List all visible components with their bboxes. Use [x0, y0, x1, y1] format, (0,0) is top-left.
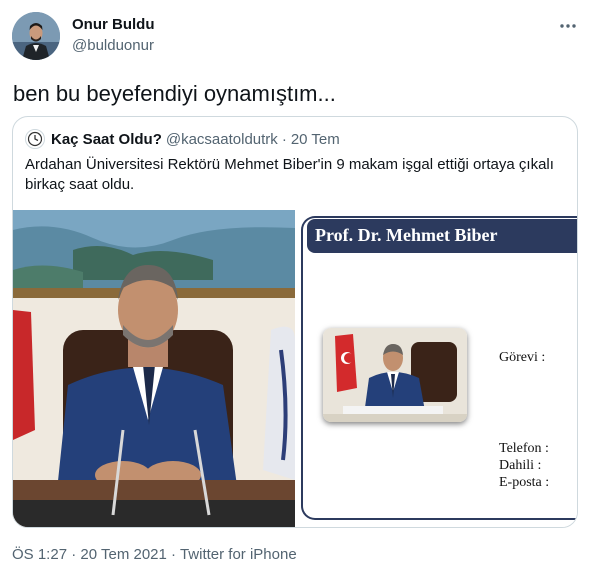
rector-photo[interactable] — [13, 210, 295, 527]
card-label-telefon: Telefon : — [499, 441, 549, 456]
profile-card[interactable]: Prof. Dr. Mehmet Biber Görevi: Telefon … — [295, 210, 577, 527]
footer-separator: · — [71, 546, 77, 563]
card-label-eposta: E-posta : — [499, 475, 550, 490]
quoted-separator: · — [281, 130, 287, 148]
card-portrait — [323, 328, 467, 422]
more-options-icon[interactable] — [558, 16, 578, 36]
quoted-handle[interactable]: @kacsaatoldutrk — [166, 131, 278, 148]
card-label-gorevi: Görevi : — [499, 350, 546, 365]
tweet-footer: ÖS 1:27 · 20 Tem 2021 · Twitter for iPho… — [12, 546, 297, 563]
tweet-date[interactable]: 20 Tem 2021 — [80, 546, 166, 563]
clock-icon[interactable] — [25, 129, 45, 149]
quoted-tweet[interactable]: Kaç Saat Oldu? @kacsaatoldutrk · 20 Tem … — [12, 116, 578, 528]
author-display-name[interactable]: Onur Buldu — [72, 16, 155, 34]
quoted-display-name[interactable]: Kaç Saat Oldu? — [51, 131, 162, 148]
avatar-photo — [12, 12, 60, 60]
tweet-time[interactable]: ÖS 1:27 — [12, 546, 67, 563]
tweet: Onur Buldu @bulduonur ben bu beyefendiyi… — [0, 0, 594, 576]
author-avatar[interactable] — [12, 12, 60, 60]
author-handle[interactable]: @bulduonur — [72, 36, 155, 56]
card-title: Prof. Dr. Mehmet Biber — [315, 225, 498, 245]
tweet-text: ben bu beyefendiyi oynamıştım... — [13, 81, 336, 106]
quoted-text: Ardahan Üniversitesi Rektörü Mehmet Bibe… — [25, 156, 554, 193]
quoted-media[interactable]: Prof. Dr. Mehmet Biber Görevi: Telefon … — [13, 210, 577, 527]
quoted-header: Kaç Saat Oldu? @kacsaatoldutrk · 20 Tem — [25, 129, 340, 149]
footer-separator: · — [171, 546, 177, 563]
card-label-dahili: Dahili : — [499, 458, 542, 473]
author-info: Onur Buldu @bulduonur — [72, 16, 155, 56]
quoted-date[interactable]: 20 Tem — [291, 131, 340, 148]
tweet-source[interactable]: Twitter for iPhone — [180, 546, 297, 563]
